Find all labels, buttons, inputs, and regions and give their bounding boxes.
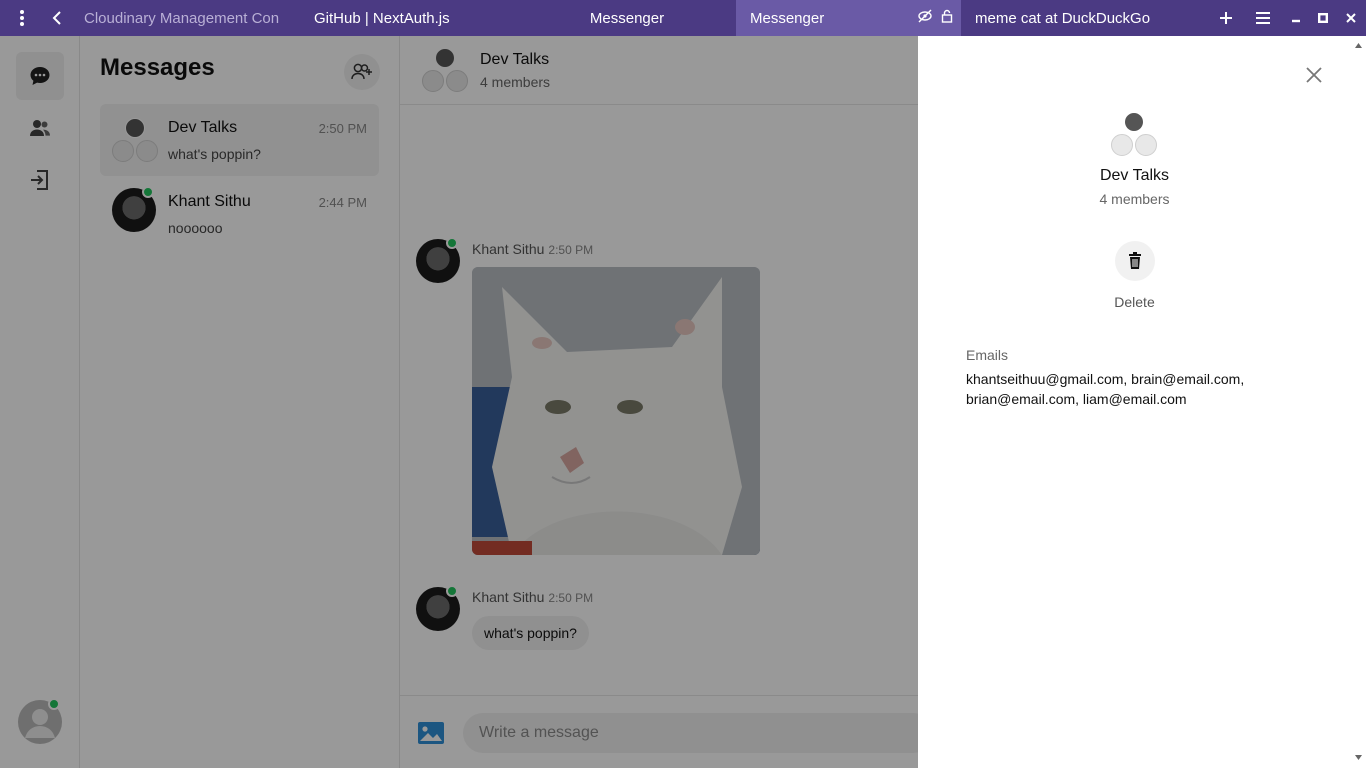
- tab-duckduckgo[interactable]: meme cat at DuckDuckGo: [961, 0, 1177, 36]
- emails-label: Emails: [966, 347, 1009, 363]
- tab-title: Messenger: [589, 9, 665, 27]
- back-icon[interactable]: [44, 0, 70, 36]
- close-drawer-button[interactable]: [1302, 63, 1326, 87]
- modal-backdrop[interactable]: [0, 36, 918, 768]
- new-tab-icon[interactable]: [1208, 0, 1244, 36]
- delete-conversation-button[interactable]: [1115, 241, 1155, 281]
- tab-github-nextauth[interactable]: GitHub | NextAuth.js: [300, 0, 518, 36]
- member-emails: khantseithuu@gmail.com, brain@email.com,…: [966, 371, 1245, 407]
- tab-title: Cloudinary Management Con: [84, 9, 280, 27]
- browser-tabbar: Cloudinary Management Con GitHub | NextA…: [0, 0, 1366, 36]
- conversation-details-drawer: Dev Talks 4 members Delete Emails khants…: [918, 36, 1351, 768]
- tab-messenger[interactable]: Messenger: [518, 0, 736, 36]
- minimize-icon[interactable]: [1282, 0, 1309, 36]
- member-avatar: [1124, 112, 1144, 132]
- tab-title: meme cat at DuckDuckGo: [975, 9, 1151, 27]
- tab-messenger-active[interactable]: Messenger: [736, 0, 961, 36]
- hamburger-menu-icon[interactable]: [1244, 0, 1282, 36]
- member-avatar: [1135, 134, 1157, 156]
- tab-title: Messenger: [750, 9, 825, 27]
- trash-icon: [1129, 252, 1141, 269]
- member-avatar: [1111, 134, 1133, 156]
- menu-dots-icon[interactable]: [0, 0, 44, 36]
- maximize-icon[interactable]: [1309, 0, 1336, 36]
- group-avatar: [1111, 112, 1159, 160]
- drawer-title: Dev Talks: [1099, 167, 1170, 184]
- page-scrollbar[interactable]: [1351, 36, 1366, 768]
- close-window-icon[interactable]: [1336, 0, 1366, 36]
- lock-icon[interactable]: [941, 9, 953, 27]
- tab-cloudinary[interactable]: Cloudinary Management Con: [70, 0, 300, 36]
- close-icon: [1306, 67, 1322, 83]
- eye-off-icon[interactable]: [917, 9, 933, 27]
- drawer-member-count: 4 members: [1099, 191, 1170, 207]
- tab-title: GitHub | NextAuth.js: [314, 9, 450, 27]
- delete-label: Delete: [1114, 294, 1155, 310]
